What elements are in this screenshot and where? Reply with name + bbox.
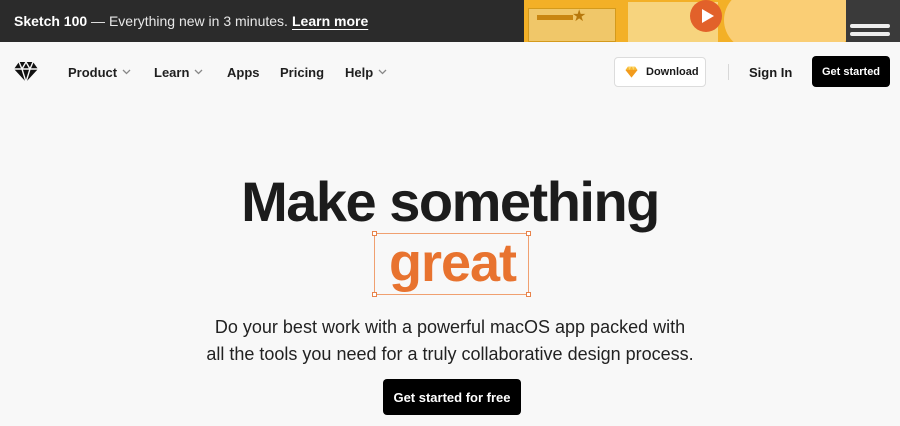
banner-text: Sketch 100 — Everything new in 3 minutes…: [14, 13, 288, 29]
nav-item-apps[interactable]: Apps: [227, 65, 260, 80]
nav-item-label: Product: [68, 65, 118, 80]
nav-item-label: Pricing: [280, 65, 325, 80]
main-nav: Product Learn Apps Pricing Help Download…: [0, 42, 900, 102]
sketch-gem-icon: [625, 66, 638, 78]
sign-in-link[interactable]: Sign In: [749, 65, 792, 80]
chevron-down-icon: [122, 69, 131, 74]
promo-graphic: [724, 0, 854, 42]
nav-item-label: Help: [345, 65, 374, 80]
download-button[interactable]: Download: [614, 57, 706, 87]
get-started-free-button[interactable]: Get started for free: [383, 379, 521, 415]
nav-item-label: Apps: [227, 65, 260, 80]
nav-item-learn[interactable]: Learn: [154, 65, 203, 80]
play-icon[interactable]: [690, 0, 722, 32]
nav-item-label: Learn: [154, 65, 190, 80]
star-icon: ★: [572, 8, 587, 25]
nav-item-pricing[interactable]: Pricing: [280, 65, 324, 80]
hero-subtitle-line-1: Do your best work with a powerful macOS …: [214, 317, 686, 337]
chevron-down-icon: [378, 69, 387, 74]
banner-description: — Everything new in 3 minutes.: [87, 13, 288, 29]
announcement-banner: Sketch 100 — Everything new in 3 minutes…: [0, 0, 900, 42]
chevron-down-icon: [194, 69, 203, 74]
promo-video-thumbnail[interactable]: ★: [524, 0, 900, 42]
nav-item-product[interactable]: Product: [68, 65, 131, 80]
highlight-selection-box: great: [372, 231, 531, 297]
learn-more-link[interactable]: Learn more: [292, 13, 368, 29]
hero-subtitle: Do your best work with a powerful macOS …: [0, 314, 900, 368]
nav-item-help[interactable]: Help: [345, 65, 387, 80]
promo-dark-panel: [846, 0, 900, 42]
hero-subtitle-line-2: all the tools you need for a truly colla…: [206, 344, 694, 364]
get-started-button[interactable]: Get started: [812, 56, 890, 87]
download-label: Download: [646, 66, 699, 78]
sketch-logo-icon[interactable]: [13, 60, 39, 85]
banner-title: Sketch 100: [14, 13, 88, 29]
hero-title: Make something: [241, 170, 660, 233]
hero-highlight-word: great: [388, 233, 517, 293]
nav-divider: [728, 64, 729, 80]
